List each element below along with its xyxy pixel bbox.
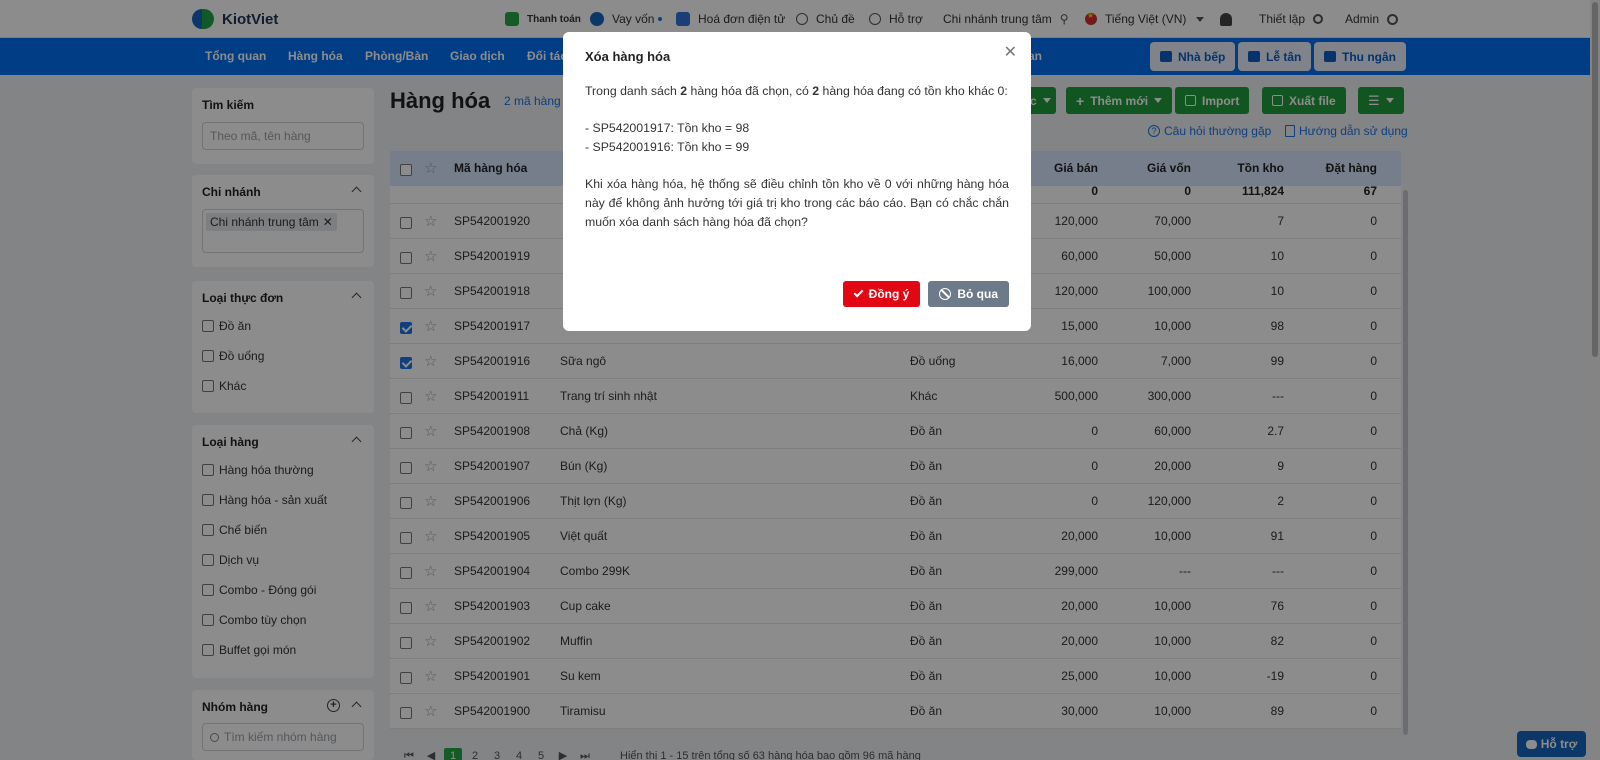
cancel-label: Bỏ qua [957, 287, 998, 301]
dialog-title: Xóa hàng hóa [585, 49, 671, 64]
summary-text-3: hàng hóa đang có tồn kho khác 0: [819, 84, 1008, 98]
close-icon[interactable]: ✕ [1004, 42, 1017, 62]
confirm-label: Đồng ý [868, 287, 910, 301]
dialog-body: Trong danh sách 2 hàng hóa đã chọn, có 2… [585, 82, 1009, 232]
stock-item: - SP542001917: Tồn kho = 98 [585, 121, 750, 135]
dialog-warning: Khi xóa hàng hóa, hệ thống sẽ điều chỉnh… [585, 177, 1009, 229]
summary-text-2: hàng hóa đã chọn, có [687, 84, 813, 98]
check-icon [853, 287, 864, 298]
delete-products-dialog: Xóa hàng hóa ✕ Trong danh sách 2 hàng hó… [563, 32, 1031, 331]
stock-item: - SP542001916: Tồn kho = 99 [585, 140, 750, 154]
summary-text-1: Trong danh sách [585, 84, 681, 98]
ban-icon [939, 288, 952, 300]
dialog-summary: Trong danh sách 2 hàng hóa đã chọn, có 2… [585, 82, 1009, 101]
dialog-actions: Đồng ý Bỏ qua [842, 281, 1009, 307]
cancel-button[interactable]: Bỏ qua [928, 281, 1009, 307]
confirm-button[interactable]: Đồng ý [842, 281, 921, 307]
